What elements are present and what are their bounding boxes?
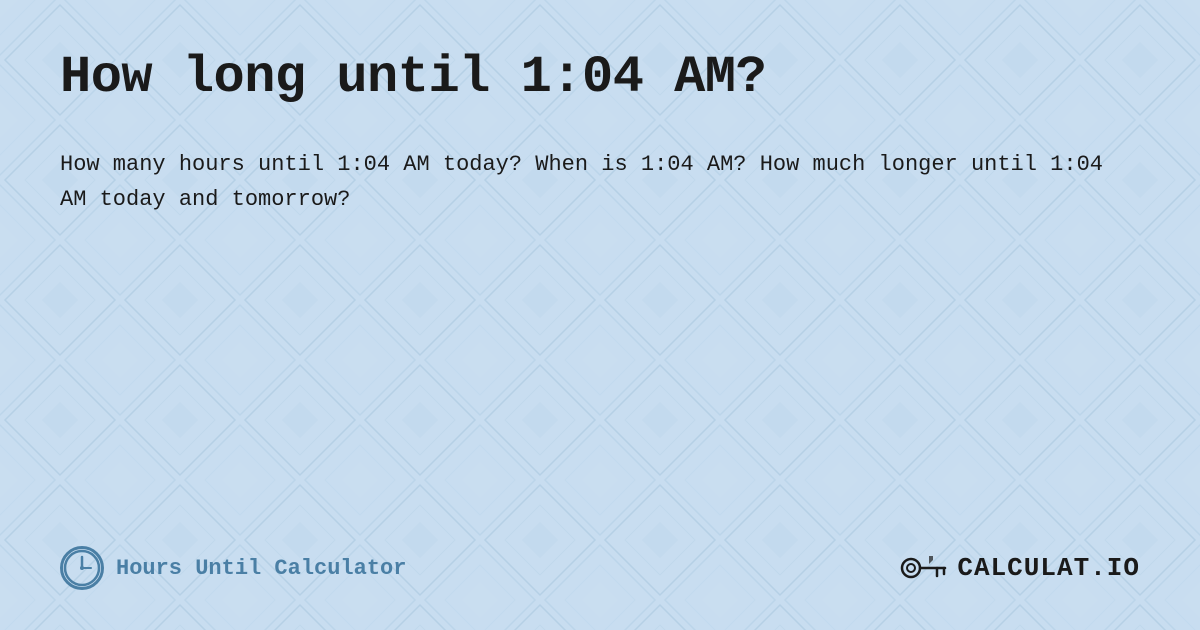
footer: Hours Until Calculator CALCULAT.IO [60, 546, 1140, 590]
brand-label: Hours Until Calculator [116, 556, 406, 581]
logo-section: CALCULAT.IO [899, 548, 1140, 588]
logo-text: CALCULAT.IO [957, 553, 1140, 583]
page-description: How many hours until 1:04 AM today? When… [60, 147, 1110, 217]
clock-icon [60, 546, 104, 590]
logo-icon [899, 548, 949, 588]
brand-section: Hours Until Calculator [60, 546, 406, 590]
page-title: How long until 1:04 AM? [60, 48, 1140, 107]
